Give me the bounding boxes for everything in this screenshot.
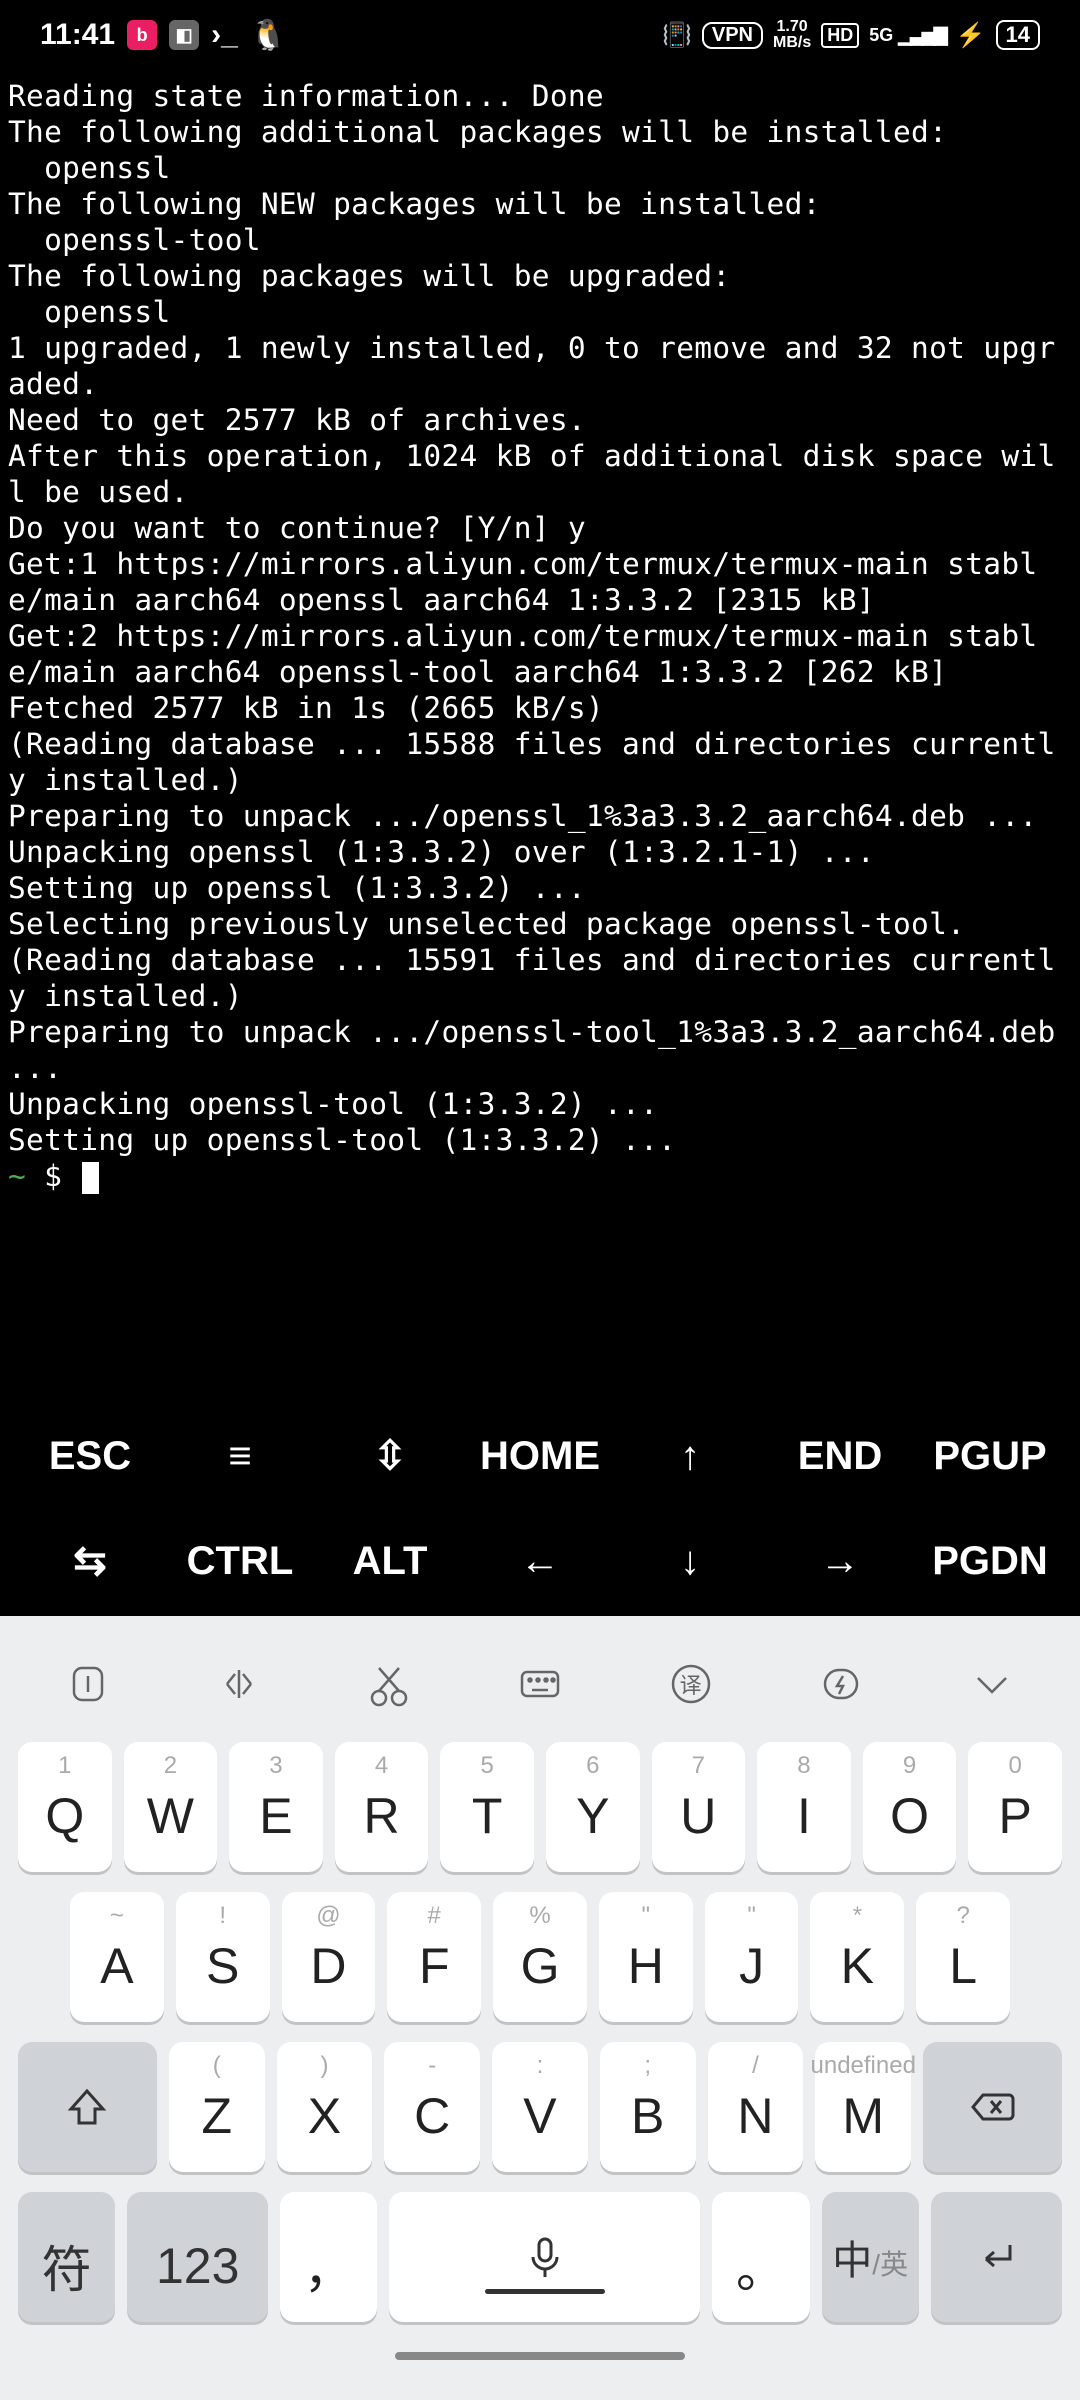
app-icon-1: b <box>127 20 157 50</box>
key-up[interactable]: ↑ <box>615 1426 765 1486</box>
ime-tool-lightning-icon[interactable] <box>813 1656 869 1712</box>
keyboard-row-1: 1Q2W3E4R5T6Y7U8I9O0P <box>18 1742 1062 1872</box>
key-r[interactable]: 4R <box>335 1742 429 1872</box>
keyboard-rows: 1Q2W3E4R5T6Y7U8I9O0P ~A!S@D#F%G"H"J*K?L … <box>0 1742 1080 2322</box>
key-numeric[interactable]: 123 <box>127 2192 268 2322</box>
terminal-output[interactable]: Reading state information... Done The fo… <box>0 70 1080 1194</box>
key-left[interactable]: ← <box>465 1531 615 1591</box>
key-o[interactable]: 9O <box>863 1742 957 1872</box>
keyboard-row-2: ~A!S@D#F%G"H"J*K?L <box>18 1892 1062 2022</box>
key-a[interactable]: ~A <box>70 1892 164 2022</box>
key-y[interactable]: 6Y <box>546 1742 640 1872</box>
clock: 11:41 <box>40 18 115 52</box>
space-underline <box>485 2289 605 2294</box>
vpn-badge: VPN <box>702 22 763 49</box>
signal-icon: ▁▃▅▇ <box>898 25 945 45</box>
nav-gesture-pill[interactable] <box>395 2352 685 2360</box>
enter-icon <box>972 2233 1020 2281</box>
key-w[interactable]: 2W <box>124 1742 218 1872</box>
key-d[interactable]: @D <box>282 1892 376 2022</box>
key-shift[interactable] <box>18 2042 157 2172</box>
status-bar: 11:41 b ◧ ›_ 🐧 📳 VPN 1.70 MB/s HD 5G ▁▃▅… <box>0 0 1080 70</box>
vibrate-icon: 📳 <box>662 21 692 50</box>
key-scroll[interactable]: ⇳ <box>315 1426 465 1486</box>
ime-panel: 译 1Q2W3E4R5T6Y7U8I9O0P ~A!S@D#F%G"H"J*K?… <box>0 1616 1080 2400</box>
key-l[interactable]: ?L <box>916 1892 1010 2022</box>
key-language[interactable]: 中/英 <box>822 2192 919 2322</box>
net-speed: 1.70 MB/s <box>773 19 811 51</box>
key-k[interactable]: *K <box>810 1892 904 2022</box>
ime-tool-translate-icon[interactable]: 译 <box>663 1656 719 1712</box>
key-enter[interactable] <box>931 2192 1062 2322</box>
prompt-symbol: $ <box>44 1159 62 1193</box>
key-h[interactable]: "H <box>599 1892 693 2022</box>
key-q[interactable]: 1Q <box>18 1742 112 1872</box>
key-s[interactable]: !S <box>176 1892 270 2022</box>
key-esc[interactable]: ESC <box>15 1426 165 1486</box>
key-i[interactable]: 8I <box>757 1742 851 1872</box>
ime-tool-collapse-icon[interactable] <box>964 1656 1020 1712</box>
key-end[interactable]: END <box>765 1426 915 1486</box>
key-symbols[interactable]: 符 <box>18 2192 115 2322</box>
cursor <box>82 1162 99 1194</box>
term-glyph: ›_ <box>211 18 238 52</box>
mic-icon <box>521 2233 569 2281</box>
ime-tool-scissors-icon[interactable] <box>361 1656 417 1712</box>
key-pgdn[interactable]: PGDN <box>915 1531 1065 1591</box>
key-m[interactable]: undefinedM <box>815 2042 911 2172</box>
key-u[interactable]: 7U <box>652 1742 746 1872</box>
key-space[interactable] <box>389 2192 700 2322</box>
keyboard-row-4: 符 123 ， 。 中/英 <box>18 2192 1062 2322</box>
key-x[interactable]: )X <box>277 2042 373 2172</box>
keyboard-row-3: (Z)X-C:V;B/NundefinedM <box>18 2042 1062 2172</box>
terminal-empty-area[interactable] <box>0 1194 1080 1406</box>
key-v[interactable]: :V <box>492 2042 588 2172</box>
key-home[interactable]: HOME <box>465 1426 615 1486</box>
extra-keys-bar: ESC ≡ ⇳ HOME ↑ END PGUP ⇆ CTRL ALT ← ↓ →… <box>0 1406 1080 1616</box>
key-e[interactable]: 3E <box>229 1742 323 1872</box>
key-g[interactable]: %G <box>493 1892 587 2022</box>
ime-tool-cursor-icon[interactable] <box>60 1656 116 1712</box>
key-pgup[interactable]: PGUP <box>915 1426 1065 1486</box>
backspace-icon <box>969 2083 1017 2131</box>
key-p[interactable]: 0P <box>968 1742 1062 1872</box>
prompt-dir: ~ <box>8 1159 26 1193</box>
key-f[interactable]: #F <box>387 1892 481 2022</box>
key-period[interactable]: 。 <box>712 2192 809 2322</box>
key-z[interactable]: (Z <box>169 2042 265 2172</box>
bolt-icon: ⚡ <box>956 21 986 50</box>
key-tab[interactable]: ⇆ <box>15 1531 165 1591</box>
key-c[interactable]: -C <box>384 2042 480 2172</box>
battery-badge: 14 <box>996 20 1040 50</box>
hd-badge: HD <box>821 23 859 48</box>
shift-icon <box>63 2083 111 2131</box>
key-down[interactable]: ↓ <box>615 1531 765 1591</box>
status-right: 📳 VPN 1.70 MB/s HD 5G ▁▃▅▇ ⚡ 14 <box>662 19 1040 51</box>
ime-toolbar: 译 <box>0 1616 1080 1742</box>
key-backspace[interactable] <box>923 2042 1062 2172</box>
key-comma[interactable]: ， <box>280 2192 377 2322</box>
key-j[interactable]: "J <box>705 1892 799 2022</box>
ime-tool-keyboard-icon[interactable] <box>512 1656 568 1712</box>
key-menu[interactable]: ≡ <box>165 1426 315 1486</box>
app-icon-2: ◧ <box>169 20 199 50</box>
key-t[interactable]: 5T <box>440 1742 534 1872</box>
key-alt[interactable]: ALT <box>315 1531 465 1591</box>
net-type: 5G ▁▃▅▇ <box>869 25 945 46</box>
key-right[interactable]: → <box>765 1531 915 1591</box>
status-left: 11:41 b ◧ ›_ 🐧 <box>40 18 287 53</box>
ime-tool-select-icon[interactable] <box>211 1656 267 1712</box>
key-b[interactable]: ;B <box>600 2042 696 2172</box>
key-ctrl[interactable]: CTRL <box>165 1531 315 1591</box>
penguin-icon: 🐧 <box>250 18 287 53</box>
key-n[interactable]: /N <box>708 2042 804 2172</box>
